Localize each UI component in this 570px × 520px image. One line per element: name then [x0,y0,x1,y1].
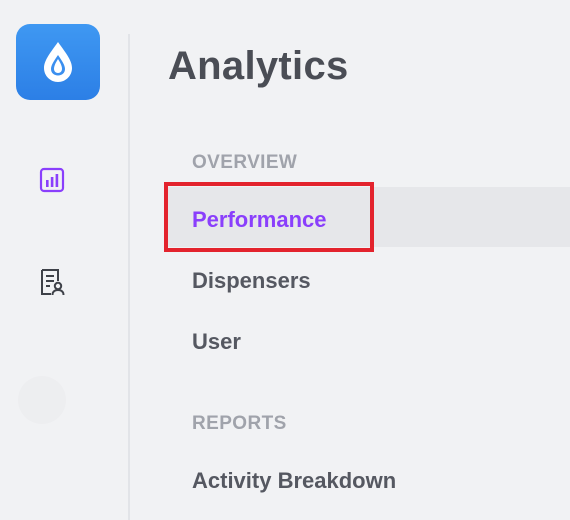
droplet-logo-icon[interactable] [16,24,100,100]
nav-item-user[interactable]: User [192,329,241,355]
icon-rail [0,0,128,520]
report-user-icon[interactable] [34,264,70,300]
document-person-icon [41,269,65,296]
nav-item-activity-breakdown[interactable]: Activity Breakdown [192,468,396,494]
bar-chart-icon [39,167,65,193]
nav-item-dispensers[interactable]: Dispensers [192,268,311,294]
analytics-nav-panel: Analytics OVERVIEW Performance Dispenser… [130,0,570,520]
app-window: Analytics OVERVIEW Performance Dispenser… [0,0,570,520]
avatar-placeholder [18,376,66,424]
section-header-reports: REPORTS [192,413,287,434]
section-header-overview: OVERVIEW [192,152,298,173]
page-title: Analytics [168,44,349,88]
highlight-annotation-box [164,182,374,252]
analytics-chart-icon[interactable] [34,162,70,198]
droplet-icon [44,42,72,82]
